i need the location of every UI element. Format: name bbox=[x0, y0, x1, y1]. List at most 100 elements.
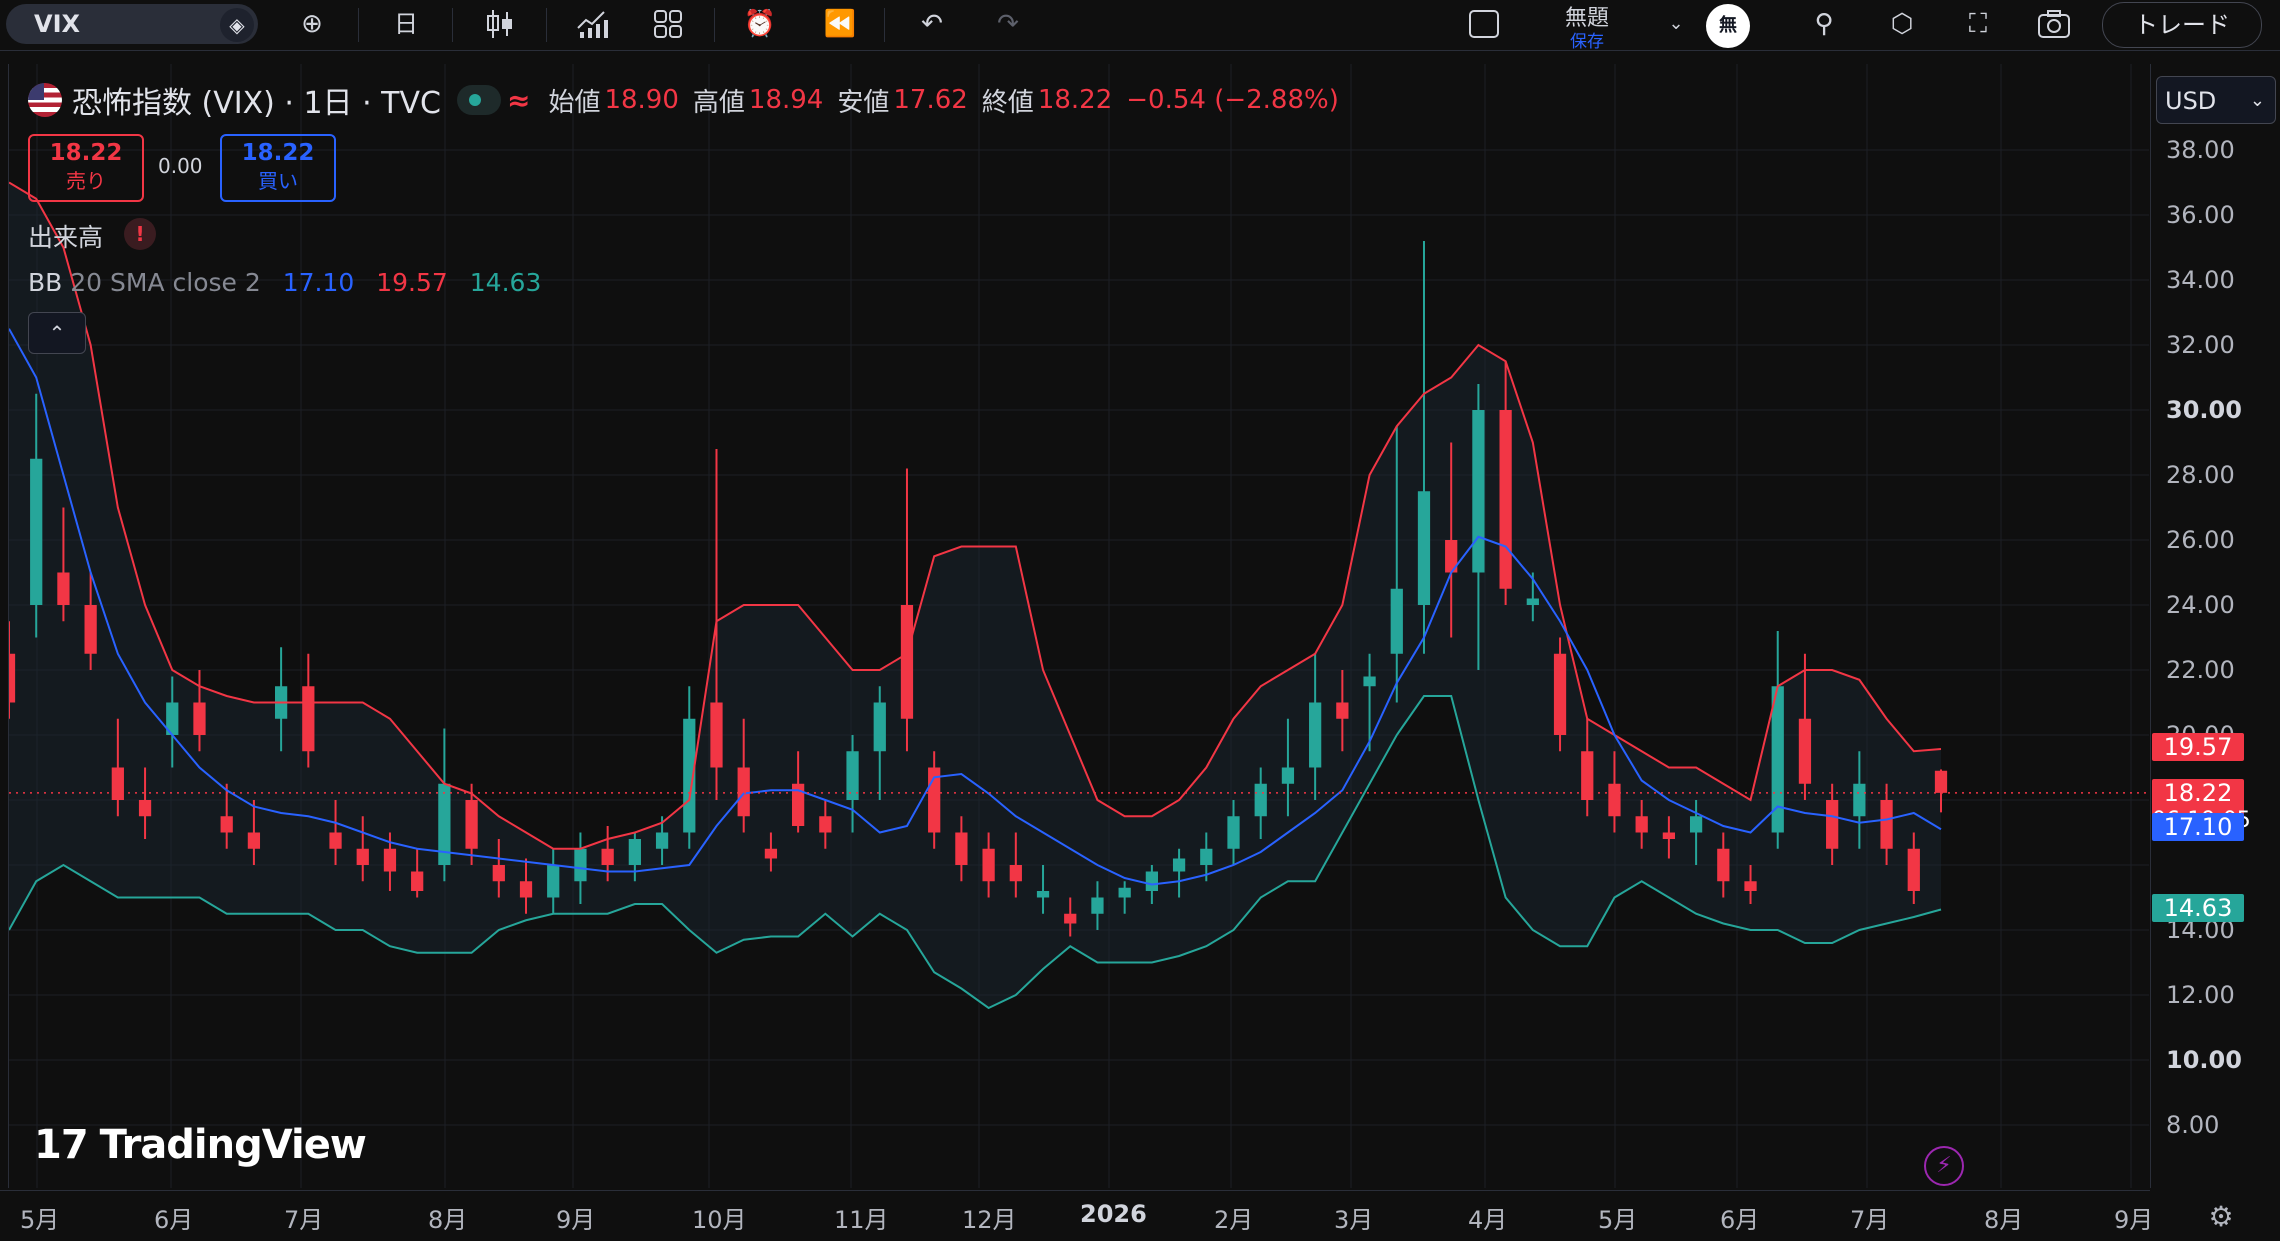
camera-icon[interactable] bbox=[2032, 4, 2076, 44]
candle-body bbox=[9, 653, 16, 703]
price-tick-label: 34.00 bbox=[2166, 266, 2235, 294]
candle-body bbox=[1934, 770, 1948, 793]
currency-select[interactable]: USD ⌄ bbox=[2156, 76, 2276, 124]
candle-body bbox=[1309, 702, 1322, 768]
price-tick-label: 10.00 bbox=[2166, 1046, 2242, 1074]
compare-add-icon[interactable]: ⊕ bbox=[290, 4, 334, 44]
symbol-name[interactable]: VIX bbox=[34, 10, 80, 38]
candle-body bbox=[1336, 702, 1349, 719]
redo-icon[interactable]: ↷ bbox=[986, 4, 1030, 44]
settings-hex-icon[interactable]: ⬡ bbox=[1880, 4, 1924, 44]
candle-body bbox=[547, 865, 560, 898]
chart-pane[interactable] bbox=[8, 64, 2149, 1188]
price-chart[interactable] bbox=[9, 64, 2149, 1188]
candle-body bbox=[1390, 588, 1403, 654]
avatar[interactable]: 無 bbox=[1706, 4, 1750, 48]
fullscreen-icon[interactable]: ⛶ bbox=[1956, 4, 2000, 44]
spread-value: 0.00 bbox=[158, 154, 203, 178]
bb-lower-tag: 14.63 bbox=[2152, 893, 2244, 922]
candle-body bbox=[737, 767, 750, 817]
price-scale[interactable] bbox=[2150, 64, 2280, 1188]
candle-body bbox=[383, 848, 397, 872]
time-tick-label: 2月 bbox=[1214, 1206, 1254, 1234]
price-tick-label: 12.00 bbox=[2166, 981, 2235, 1009]
candle-body bbox=[819, 816, 832, 833]
lightning-icon[interactable]: ⚡ bbox=[1924, 1146, 1964, 1186]
candle-body bbox=[111, 767, 124, 800]
symbol-diamond-icon[interactable]: ◈ bbox=[220, 8, 254, 42]
interval-button[interactable]: 日 bbox=[384, 4, 428, 44]
time-tick-label: 10月 bbox=[692, 1206, 747, 1234]
chevron-down-icon[interactable]: ⌄ bbox=[1654, 4, 1698, 44]
volume-indicator-label[interactable]: 出来高 bbox=[28, 218, 103, 254]
layout-save-label[interactable]: 保存 bbox=[1550, 27, 1624, 52]
us-flag-icon bbox=[28, 83, 62, 117]
toolbar-divider bbox=[884, 8, 885, 42]
candle-body bbox=[329, 832, 342, 849]
low-label: 安値 bbox=[837, 87, 890, 118]
candle-body bbox=[465, 800, 478, 849]
candle-body bbox=[411, 871, 424, 891]
candle-body bbox=[1064, 913, 1077, 924]
chart-settings-icon[interactable]: ⚙ bbox=[2204, 1200, 2238, 1234]
tradingview-logo[interactable]: 17 TradingView bbox=[34, 1122, 367, 1168]
candle-body bbox=[1826, 800, 1839, 849]
candle-body bbox=[1608, 783, 1621, 817]
bb-lower-value: 14.63 bbox=[469, 268, 542, 297]
toolbar-divider bbox=[714, 8, 715, 42]
tv-logo-icon: 17 bbox=[34, 1122, 89, 1168]
candle-body bbox=[1363, 676, 1376, 687]
time-tick-label: 2026 bbox=[1080, 1200, 1147, 1228]
bb-params: 20 SMA close 2 bbox=[70, 268, 261, 297]
buy-button[interactable]: 18.22 買い bbox=[220, 134, 336, 202]
trade-button[interactable]: トレード bbox=[2102, 2, 2262, 48]
time-tick-label: 11月 bbox=[834, 1206, 889, 1234]
layout-square-icon[interactable] bbox=[1462, 4, 1506, 44]
candle-body bbox=[57, 572, 70, 605]
candle-body bbox=[1227, 816, 1240, 849]
time-tick-label: 8月 bbox=[1984, 1206, 2024, 1234]
time-tick-label: 9月 bbox=[556, 1206, 596, 1234]
toolbar-divider bbox=[546, 8, 547, 42]
close-value: 18.22 bbox=[1037, 85, 1113, 115]
indicators-icon[interactable] bbox=[570, 4, 614, 44]
bollinger-legend[interactable]: BB 20 SMA close 2 17.10 19.57 14.63 bbox=[28, 268, 541, 297]
price-tick-label: 38.00 bbox=[2166, 136, 2235, 164]
candlestick-type-icon[interactable] bbox=[478, 4, 522, 44]
warning-icon[interactable]: ! bbox=[124, 218, 156, 250]
candle-body bbox=[982, 848, 995, 882]
open-value: 18.90 bbox=[604, 85, 679, 115]
bb-basis-tag: 17.10 bbox=[2152, 813, 2244, 842]
delay-mark-icon: ≈ bbox=[506, 83, 531, 117]
candle-body bbox=[900, 605, 914, 719]
time-tick-label: 5月 bbox=[1598, 1206, 1638, 1234]
sell-button[interactable]: 18.22 売り bbox=[28, 134, 144, 202]
candle-body bbox=[1717, 848, 1730, 882]
layout-grid-icon[interactable] bbox=[646, 4, 690, 44]
candle-body bbox=[1635, 816, 1648, 833]
candle-body bbox=[193, 702, 206, 735]
candle-body bbox=[1526, 598, 1539, 605]
last-price: 18.22 bbox=[2163, 778, 2233, 807]
candle-body bbox=[1853, 783, 1866, 817]
candle-body bbox=[764, 848, 778, 859]
candle-body bbox=[1689, 816, 1703, 833]
bollinger-band-fill bbox=[9, 182, 1941, 1008]
symbol-legend: 恐怖指数 (VIX) · 1日 · TVC ≈ 始値 18.90 高値 18.94 … bbox=[28, 78, 1353, 122]
legend-title[interactable]: 恐怖指数 (VIX) · 1日 · TVC bbox=[72, 78, 441, 122]
currency-label: USD bbox=[2165, 87, 2217, 115]
candle-body bbox=[1172, 858, 1186, 872]
sell-label: 売り bbox=[66, 169, 106, 193]
alert-icon[interactable]: ⏰ bbox=[738, 4, 782, 44]
symbol-search[interactable]: VIX ◈ bbox=[6, 4, 258, 44]
undo-icon[interactable]: ↶ bbox=[910, 4, 954, 44]
candle-body bbox=[1145, 871, 1158, 891]
price-tick-label: 24.00 bbox=[2166, 591, 2235, 619]
time-tick-label: 7月 bbox=[284, 1206, 324, 1234]
collapse-legend-button[interactable]: ⌃ bbox=[28, 312, 86, 354]
replay-icon[interactable]: ⏪ bbox=[818, 4, 862, 44]
price-tick-label: 32.00 bbox=[2166, 331, 2235, 359]
price-tick-label: 26.00 bbox=[2166, 526, 2235, 554]
quick-search-icon[interactable]: ⚲ bbox=[1802, 4, 1846, 44]
candle-body bbox=[30, 458, 43, 605]
